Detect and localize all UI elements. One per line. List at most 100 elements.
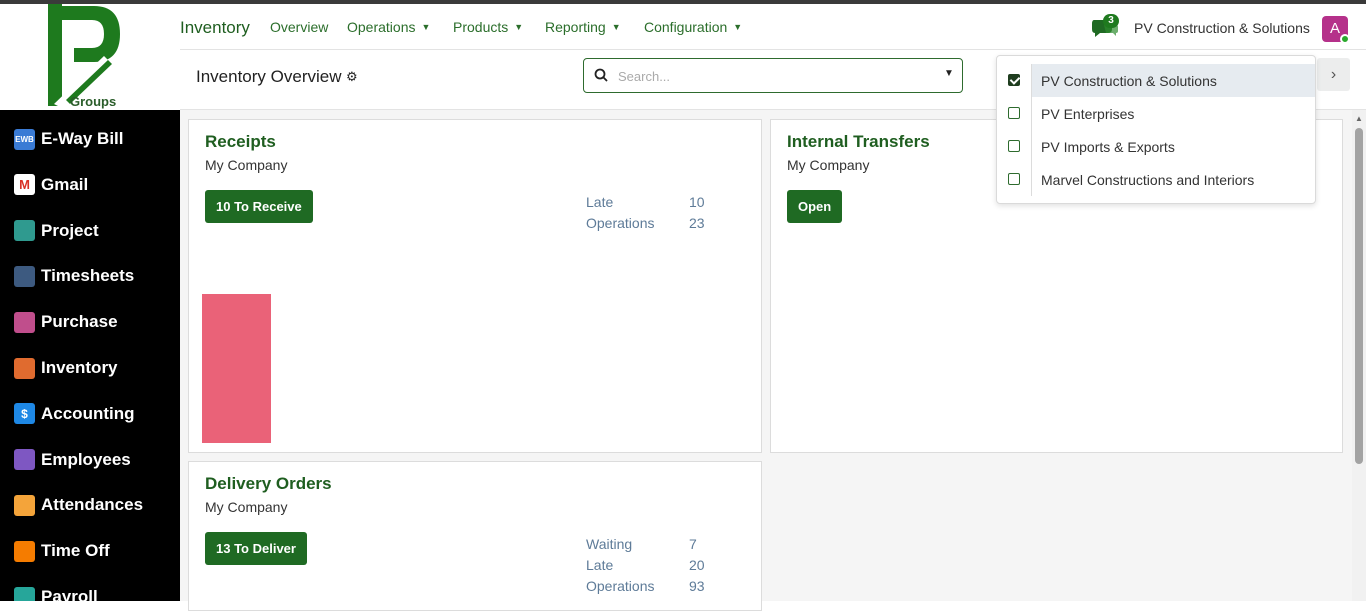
card-company: My Company (787, 157, 870, 173)
caret-down-icon: ▼ (611, 22, 621, 32)
scrollbar-thumb[interactable] (1355, 128, 1363, 464)
sidebar-item-project[interactable]: Project (0, 211, 180, 251)
current-company[interactable]: PV Construction & Solutions (1134, 20, 1310, 36)
company-option-label-area[interactable]: Marvel Constructions and Interiors (1031, 163, 1315, 196)
gear-icon[interactable]: ⚙ (346, 69, 358, 85)
company-logo[interactable]: Groups (0, 4, 180, 110)
sidebar-item-time-off[interactable]: Time Off (0, 531, 180, 571)
card-company: My Company (205, 157, 288, 173)
stat-late-label[interactable]: Late (586, 557, 613, 573)
stat-operations-value[interactable]: 23 (689, 215, 705, 231)
eway-bill-icon: EWB (14, 128, 35, 150)
sidebar-item-eway-bill[interactable]: EWB E-Way Bill (0, 119, 180, 159)
employees-icon (14, 449, 35, 471)
top-navbar: Inventory Overview Operations ▼ Products ▼… (180, 4, 1366, 50)
pager-next-button[interactable]: › (1317, 58, 1350, 91)
caret-down-icon: ▼ (514, 22, 524, 32)
sidebar-item-attendances[interactable]: Attendances (0, 485, 180, 525)
sidebar-item-label: E-Way Bill (41, 129, 124, 148)
card-title[interactable]: Receipts (205, 132, 276, 152)
sidebar-item-label: Payroll (41, 587, 98, 601)
time-off-icon (14, 540, 35, 562)
menu-overview[interactable]: Overview (270, 19, 328, 35)
sidebar-item-employees[interactable]: Employees (0, 440, 180, 480)
company-option-label-area[interactable]: PV Construction & Solutions (1031, 64, 1315, 97)
stat-waiting-value[interactable]: 7 (689, 536, 697, 552)
search-box[interactable]: ▼ (583, 58, 963, 93)
search-input[interactable] (618, 66, 918, 86)
accounting-icon: $ (14, 403, 35, 425)
caret-down-icon: ▼ (421, 22, 431, 32)
company-switcher-dropdown: PV Construction & Solutions PV Enterprise… (996, 55, 1316, 204)
menu-products[interactable]: Products ▼ (453, 19, 523, 35)
project-icon (14, 220, 35, 242)
company-option-label-area[interactable]: PV Enterprises (1031, 97, 1315, 130)
sidebar-item-label: Accounting (41, 403, 135, 423)
sidebar-item-label: Project (41, 220, 99, 240)
sidebar-item-label: Purchase (41, 312, 118, 332)
sidebar-item-gmail[interactable]: M Gmail (0, 165, 180, 205)
stat-operations-label[interactable]: Operations (586, 578, 654, 594)
inventory-icon (14, 357, 35, 379)
company-option-label-area[interactable]: PV Imports & Exports (1031, 130, 1315, 163)
card-title[interactable]: Internal Transfers (787, 132, 930, 152)
company-option[interactable]: PV Imports & Exports (997, 130, 1315, 163)
menu-operations[interactable]: Operations ▼ (347, 19, 430, 35)
receipts-graph-bar[interactable] (202, 294, 271, 443)
sidebar: EWB E-Way Bill M Gmail Project Timesheets Purc… (0, 110, 180, 601)
checked-checkbox-icon[interactable] (1008, 74, 1020, 86)
scroll-up-arrow-icon[interactable]: ▲ (1355, 114, 1363, 123)
open-button[interactable]: Open (787, 190, 843, 223)
to-deliver-button[interactable]: 13 To Deliver (205, 532, 307, 565)
stat-waiting-label[interactable]: Waiting (586, 536, 632, 552)
stat-late-label[interactable]: Late (586, 194, 613, 210)
page-title: Inventory Overview (196, 67, 342, 86)
company-option-label: PV Construction & Solutions (1041, 73, 1217, 89)
sidebar-item-inventory[interactable]: Inventory (0, 348, 180, 388)
timesheets-icon (14, 265, 35, 287)
payroll-icon (14, 586, 35, 601)
sidebar-item-label: Attendances (41, 495, 144, 515)
delivery-orders-card[interactable]: Delivery Orders My Company 13 To Deliver… (188, 461, 762, 611)
attendances-icon (14, 494, 35, 516)
company-option[interactable]: PV Enterprises (997, 97, 1315, 130)
sidebar-item-accounting[interactable]: $ Accounting (0, 394, 180, 434)
checkbox-icon[interactable] (1008, 140, 1020, 152)
search-options-toggle-icon[interactable]: ▼ (944, 68, 954, 79)
search-icon (594, 68, 608, 82)
to-receive-button[interactable]: 10 To Receive (205, 190, 313, 223)
sidebar-item-label: Inventory (41, 358, 118, 377)
logo-text: Groups (70, 94, 117, 109)
menu-configuration[interactable]: Configuration ▼ (644, 19, 742, 35)
pv-logo-mark-icon (48, 4, 120, 108)
online-status-icon (1340, 34, 1350, 44)
receipts-card[interactable]: Receipts My Company 10 To Receive Late 1… (188, 119, 762, 453)
messages-count-badge: 3 (1103, 14, 1119, 28)
app-name[interactable]: Inventory (180, 18, 250, 38)
vertical-scrollbar[interactable]: ▲ (1352, 110, 1366, 601)
checkbox-icon[interactable] (1008, 107, 1020, 119)
sidebar-item-label: Employees (41, 449, 131, 469)
card-title[interactable]: Delivery Orders (205, 474, 332, 494)
menu-reporting[interactable]: Reporting ▼ (545, 19, 621, 35)
stat-late-value[interactable]: 20 (689, 557, 705, 573)
gmail-icon: M (14, 174, 35, 196)
company-option-label: PV Imports & Exports (1041, 139, 1175, 155)
sidebar-item-label: Time Off (41, 541, 110, 561)
sidebar-item-purchase[interactable]: Purchase (0, 302, 180, 342)
company-option-label: PV Enterprises (1041, 106, 1135, 122)
company-option[interactable]: Marvel Constructions and Interiors (997, 163, 1315, 196)
checkbox-icon[interactable] (1008, 173, 1020, 185)
company-option[interactable]: PV Construction & Solutions (997, 64, 1315, 97)
sidebar-item-label: Gmail (41, 174, 89, 194)
stat-operations-value[interactable]: 93 (689, 578, 705, 594)
card-company: My Company (205, 499, 288, 515)
sidebar-item-payroll[interactable]: Payroll (0, 577, 180, 601)
purchase-icon (14, 311, 35, 333)
caret-down-icon: ▼ (733, 22, 743, 32)
stat-late-value[interactable]: 10 (689, 194, 705, 210)
sidebar-item-timesheets[interactable]: Timesheets (0, 256, 180, 296)
stat-operations-label[interactable]: Operations (586, 215, 654, 231)
company-option-label: Marvel Constructions and Interiors (1041, 172, 1255, 188)
sidebar-item-label: Timesheets (41, 266, 135, 286)
